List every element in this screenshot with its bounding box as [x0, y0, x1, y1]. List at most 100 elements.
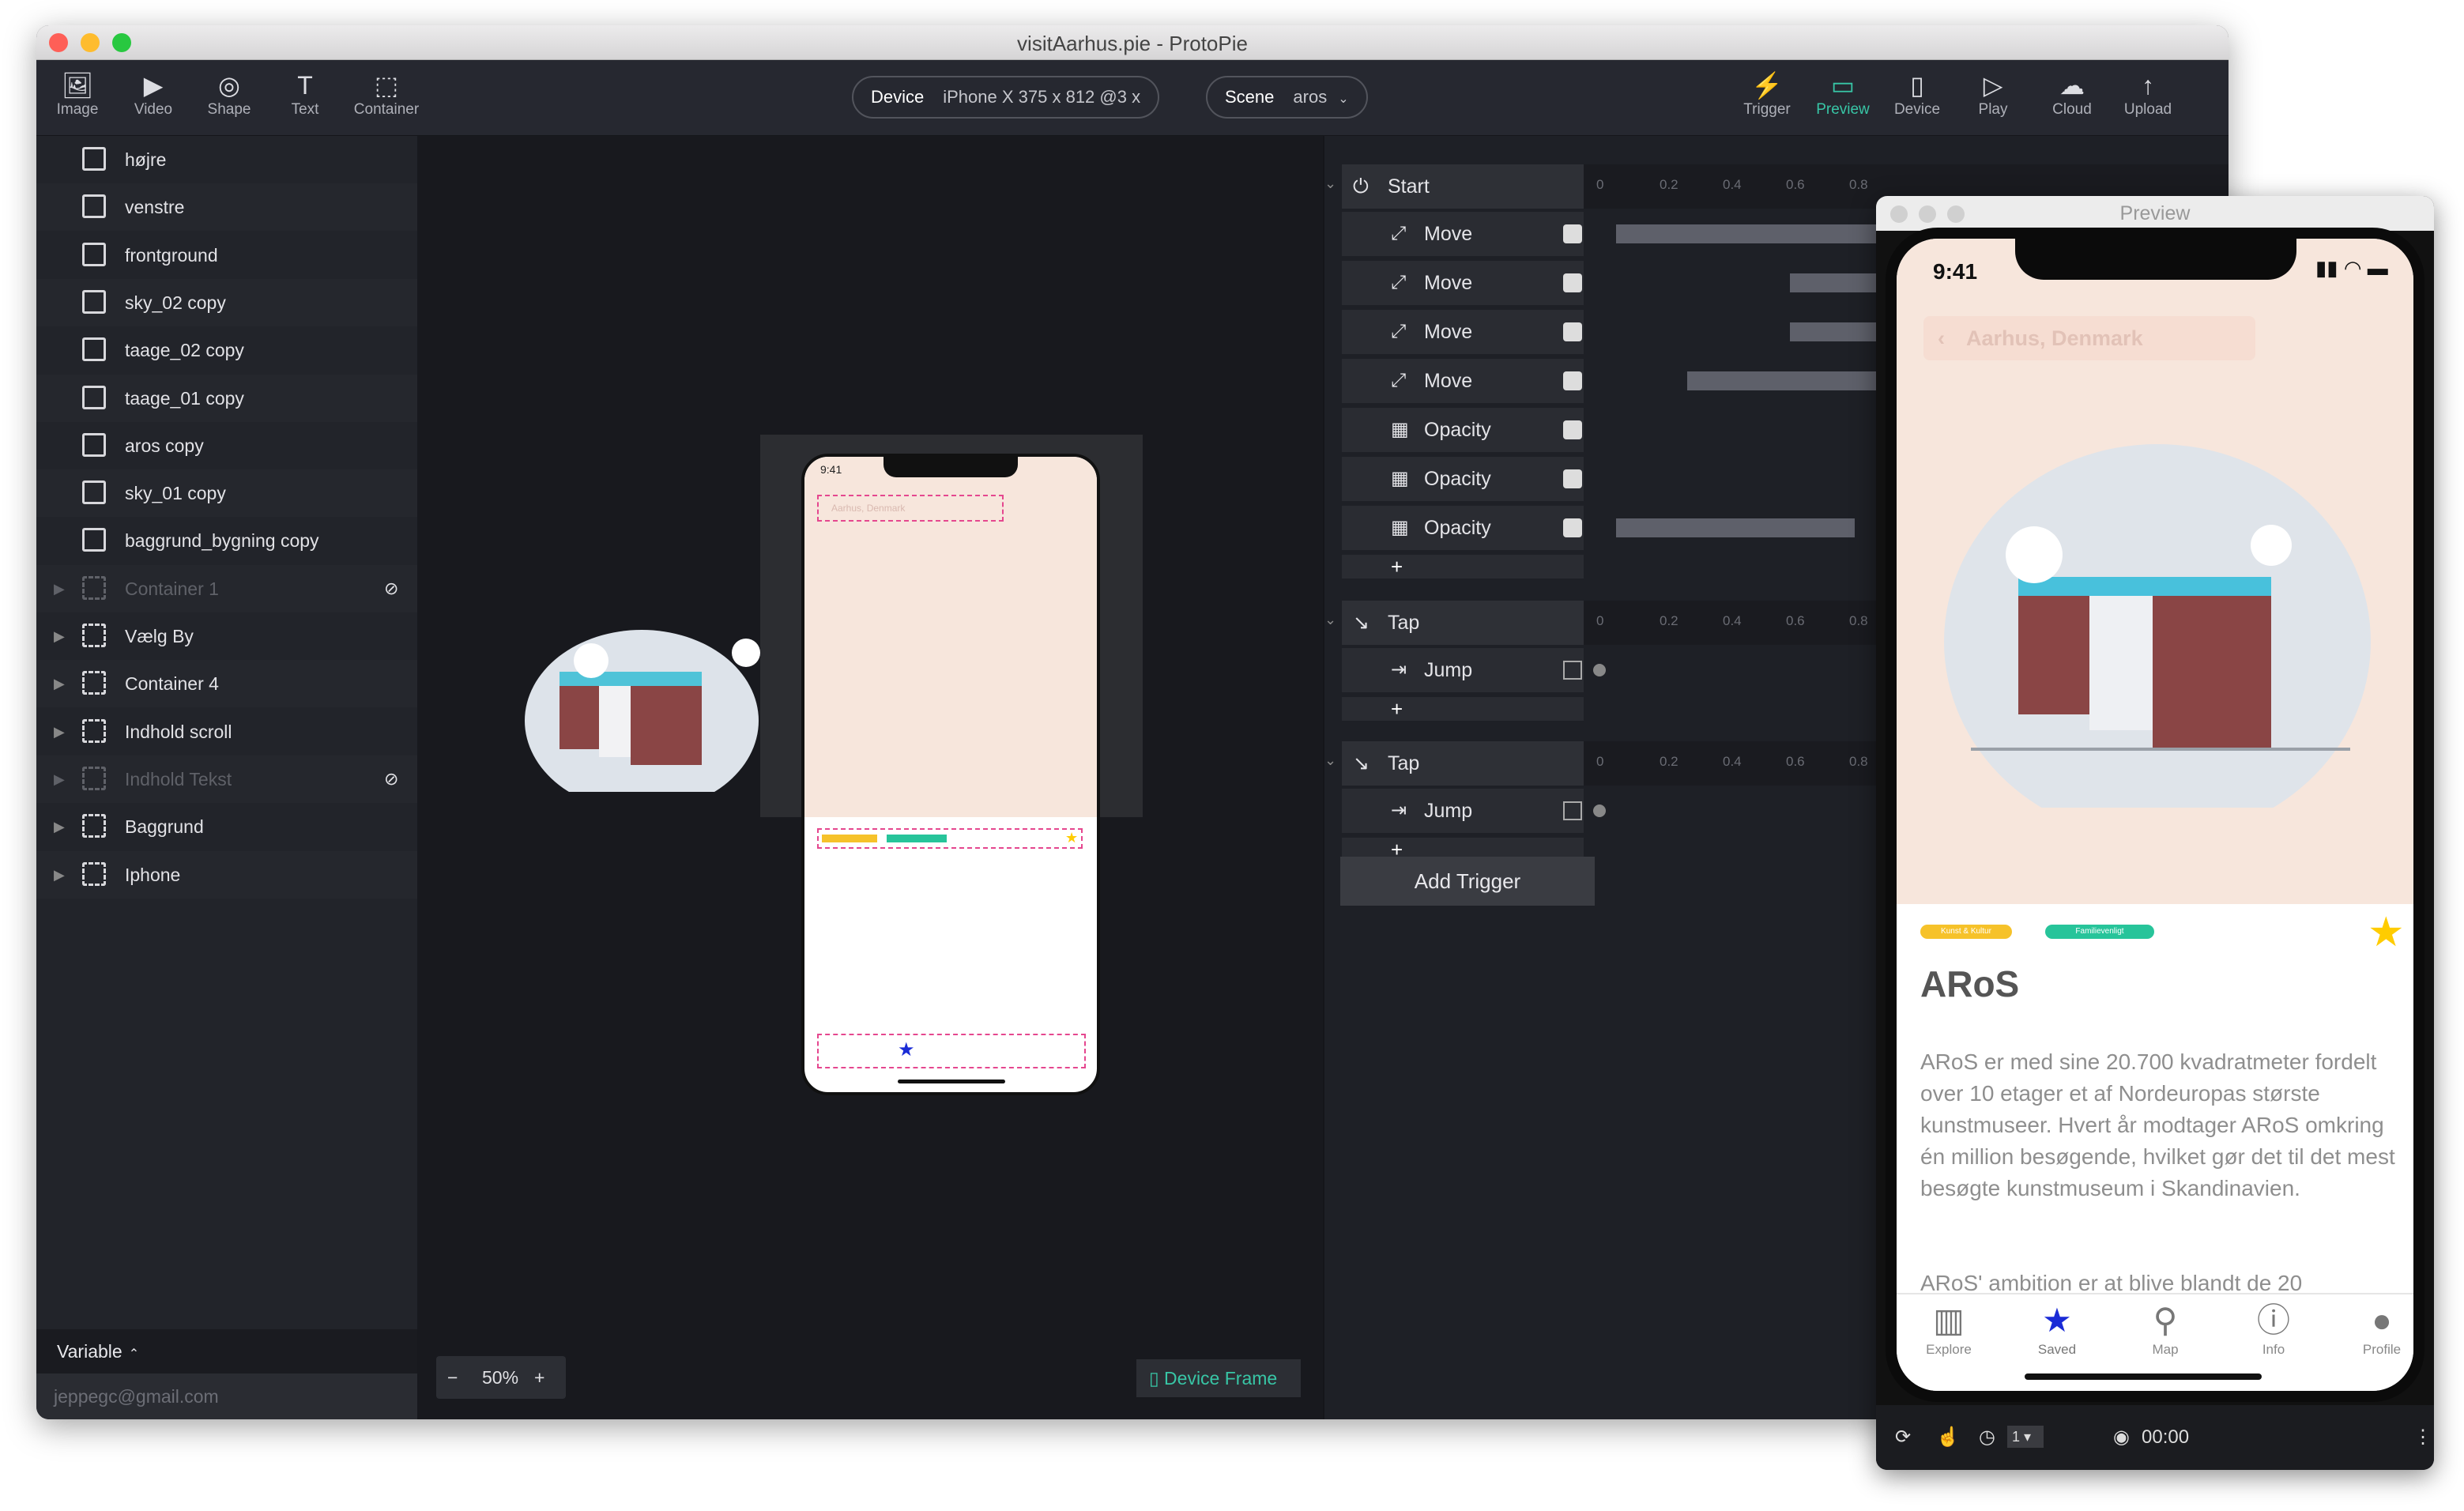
timer-icon[interactable]: ◷ [1979, 1405, 1995, 1470]
tab-profile[interactable]: ● Profile [2334, 1294, 2413, 1358]
timeline-tick: 0 [1596, 613, 1604, 628]
expand-arrow-icon[interactable]: ▶ [54, 803, 65, 850]
preview-phone[interactable]: 9:41 ▮▮ ◠ ▬ ‹ Aarhus, Denmark Kunst & Ku… [1886, 228, 2424, 1402]
zoom-in-button[interactable]: + [534, 1356, 544, 1399]
more-menu-icon[interactable]: ⋮ [2413, 1405, 2432, 1470]
layer-name: Container 1 [125, 578, 219, 599]
image-icon [82, 337, 106, 362]
tool-text[interactable]: T Text [273, 70, 337, 119]
tool-video[interactable]: ▶ Video [122, 70, 185, 119]
collapse-chevron-icon[interactable]: ⌄ [1324, 752, 1336, 769]
device-frame-toggle[interactable]: ▯ Device Frame [1136, 1359, 1301, 1397]
tab-explore[interactable]: ▥ Explore [1901, 1294, 1996, 1358]
layer-row[interactable]: ▶ Iphone [36, 850, 417, 899]
layer-row[interactable]: baggrund_bygning copy [36, 517, 417, 565]
hidden-eye-icon[interactable]: ⊘ [384, 756, 398, 803]
tab-saved[interactable]: ★ Saved [2010, 1294, 2104, 1358]
touch-indicator-icon[interactable]: ☝ [1936, 1405, 1960, 1470]
response-row[interactable]: ⇥ Jump [1342, 648, 1596, 692]
tool-device[interactable]: ▯ Device [1886, 70, 1949, 119]
timeline-keyframe-dot[interactable] [1593, 804, 1606, 817]
layer-row[interactable]: frontground [36, 231, 417, 279]
add-response-button[interactable]: + [1342, 555, 1596, 578]
expand-arrow-icon[interactable]: ▶ [54, 708, 65, 756]
expand-arrow-icon[interactable]: ▶ [54, 612, 65, 660]
tool-shape[interactable]: ◎ Shape [198, 70, 261, 119]
expand-arrow-icon[interactable]: ▶ [54, 851, 65, 899]
timeline-tick: 0.2 [1660, 613, 1678, 628]
tool-trigger[interactable]: ⚡ Trigger [1735, 70, 1799, 119]
timeline-keyframe-dot[interactable] [1593, 664, 1606, 676]
add-response-button[interactable]: + [1342, 697, 1596, 721]
layer-row[interactable]: sky_02 copy [36, 278, 417, 326]
preview-zoom-button[interactable] [1947, 205, 1965, 223]
layer-row[interactable]: aros copy [36, 421, 417, 469]
zoom-level[interactable]: 50% [482, 1356, 518, 1399]
collapse-chevron-icon[interactable]: ⌄ [1324, 175, 1336, 192]
tool-cloud[interactable]: ☁ Cloud [2040, 70, 2104, 119]
layer-row[interactable]: ▶ Container 1 ⊘ [36, 564, 417, 612]
timeline-bar[interactable] [1615, 518, 1855, 537]
layer-row[interactable]: ▶ Vælg By [36, 612, 417, 660]
add-trigger-button[interactable]: Add Trigger [1340, 857, 1595, 906]
layer-row[interactable]: ▶ Container 4 [36, 660, 417, 708]
response-row[interactable]: ▦ Opacity [1342, 506, 1596, 550]
cloud-icon: ☁ [2059, 71, 2085, 100]
response-row[interactable]: ⤢ Move [1342, 212, 1596, 256]
response-row[interactable]: ⤢ Move [1342, 310, 1596, 354]
zoom-out-button[interactable]: − [447, 1356, 458, 1399]
layer-row[interactable]: ▶ Indhold scroll [36, 707, 417, 756]
expand-arrow-icon[interactable]: ▶ [54, 756, 65, 803]
tool-container[interactable]: ⬚ Container [351, 70, 422, 119]
layer-row[interactable]: sky_01 copy [36, 469, 417, 518]
layer-row[interactable]: venstre [36, 183, 417, 232]
tag-kunst-kultur[interactable]: Kunst & Kultur [1920, 925, 2012, 939]
record-icon[interactable]: ◉ [2113, 1405, 2130, 1470]
tool-upload[interactable]: ↑ Upload [2116, 70, 2180, 119]
tool-image[interactable]: 🖼 Image [46, 70, 109, 119]
tool-play[interactable]: ▷ Play [1961, 70, 2025, 119]
preview-controls: ⟳ ☝ ◷ 1 ▾ ◉ 00:00 ⋮ [1876, 1405, 2434, 1470]
hidden-eye-icon[interactable]: ⊘ [384, 565, 398, 612]
speed-dropdown[interactable]: 1 ▾ [2007, 1426, 2044, 1448]
trigger-row[interactable]: ⏻ Start [1342, 164, 1596, 209]
trigger-name: Tap [1388, 612, 1420, 634]
preview-minimize-button[interactable] [1919, 205, 1936, 223]
response-row[interactable]: ⇥ Jump [1342, 789, 1596, 833]
response-row[interactable]: ⤢ Move [1342, 359, 1596, 403]
layer-row[interactable]: taage_01 copy [36, 374, 417, 422]
location-header[interactable]: ‹ Aarhus, Denmark [1923, 316, 2255, 360]
artboard-saved-star-icon: ★ [898, 1039, 915, 1061]
tab-info[interactable]: ⓘ Info [2226, 1294, 2321, 1358]
collapse-chevron-icon[interactable]: ⌄ [1324, 612, 1336, 628]
layer-row[interactable]: ▶ Indhold Tekst ⊘ [36, 755, 417, 803]
expand-arrow-icon[interactable]: ▶ [54, 660, 65, 707]
window-title: visitAarhus.pie - ProtoPie [1017, 32, 1248, 55]
artboard-phone[interactable]: 9:41 Aarhus, Denmark ★ ★ [801, 454, 1100, 1095]
tab-map[interactable]: ⚲ Map [2118, 1294, 2213, 1358]
favorite-star-icon[interactable]: ★ [2368, 909, 2405, 956]
layer-row[interactable]: højre [36, 136, 417, 183]
response-preview-thumb [1563, 224, 1582, 243]
scene-selector[interactable]: Scene aros ⌄ [1206, 76, 1368, 119]
response-row[interactable]: ▦ Opacity [1342, 408, 1596, 452]
layer-row[interactable]: taage_02 copy [36, 326, 417, 375]
variable-toggle[interactable]: Variable ⌃ [36, 1329, 417, 1373]
preview-close-button[interactable] [1890, 205, 1908, 223]
tab-label: Saved [2037, 1342, 2077, 1357]
layer-row[interactable]: ▶ Baggrund [36, 803, 417, 851]
response-row[interactable]: ⤢ Move [1342, 261, 1596, 305]
response-row[interactable]: ▦ Opacity [1342, 457, 1596, 501]
tag-familievenligt[interactable]: Familievenligt [2045, 925, 2154, 939]
reload-icon[interactable]: ⟳ [1895, 1405, 1911, 1470]
museum-illustration-detached[interactable] [525, 610, 770, 792]
trigger-row[interactable]: ↘ Tap [1342, 601, 1596, 645]
response-name: Opacity [1424, 517, 1491, 539]
trigger-row[interactable]: ↘ Tap [1342, 741, 1596, 786]
device-selector[interactable]: Device iPhone X 375 x 812 @3 x [852, 76, 1160, 119]
tool-preview[interactable]: ▭ Preview [1811, 70, 1874, 119]
expand-arrow-icon[interactable]: ▶ [54, 565, 65, 612]
timeline-tick: 0.6 [1786, 177, 1805, 192]
artboard-notch [883, 457, 1018, 477]
artboard-tag-yellow [822, 835, 877, 842]
